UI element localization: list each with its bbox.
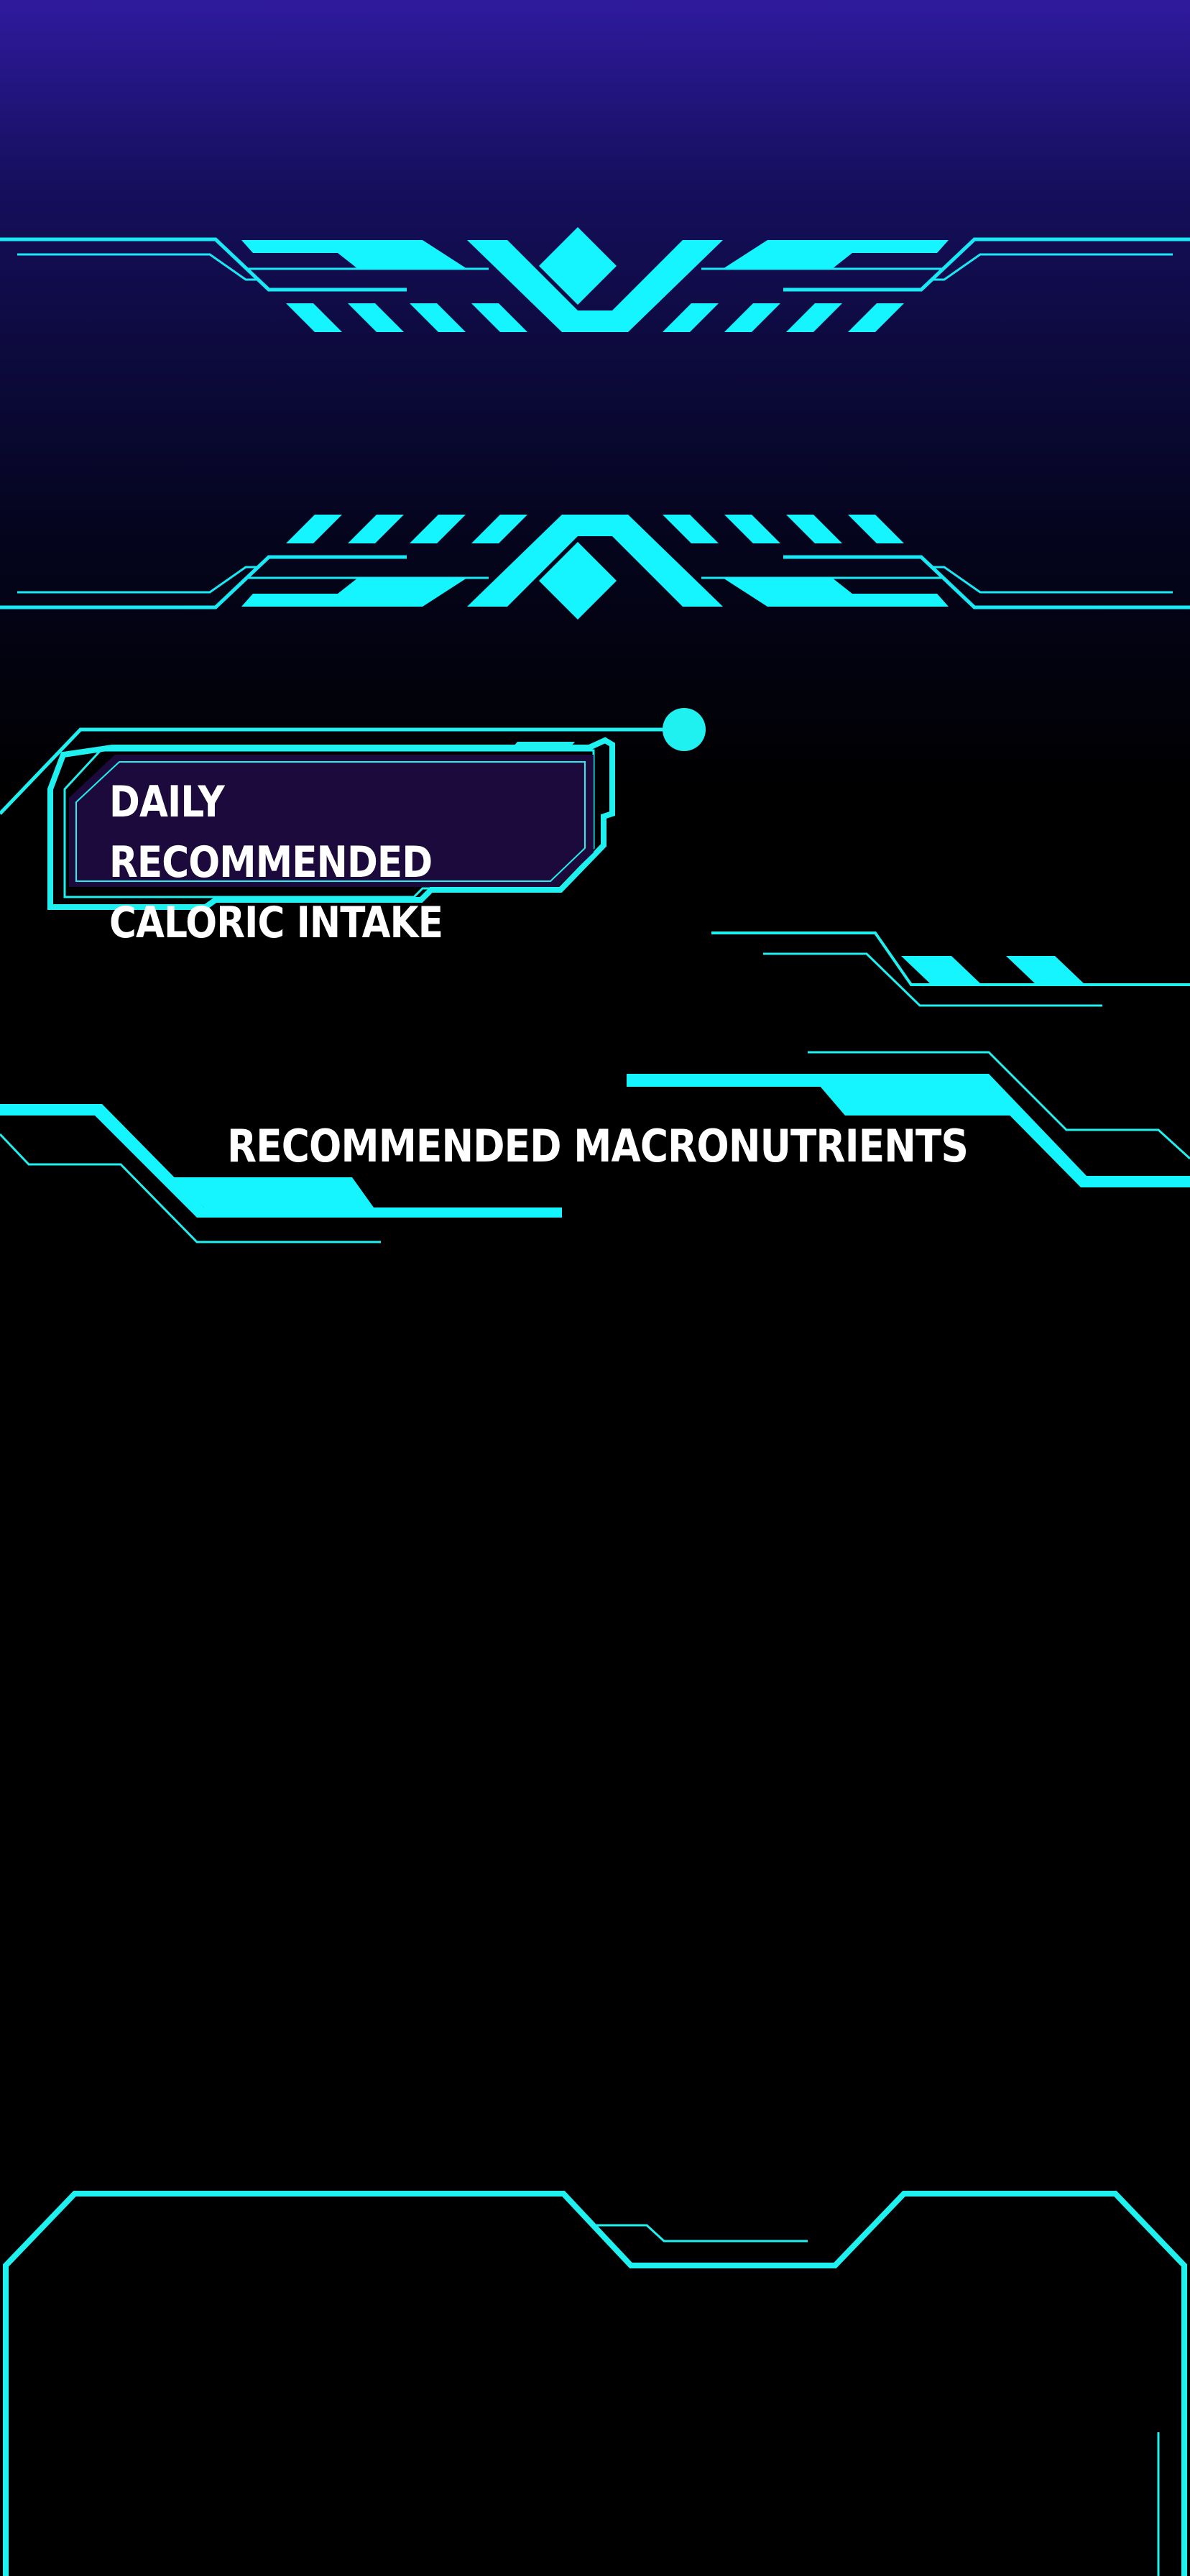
- second-emblem-right-bar: [723, 578, 949, 607]
- top-emblem: [0, 227, 1190, 332]
- second-emblem-right-stripes: [663, 515, 904, 543]
- bottom-panel-notch-line: [595, 2224, 808, 2242]
- caloric-frame-end-dot: [663, 708, 706, 751]
- caloric-frame-accent-bar: [510, 742, 575, 750]
- macro-frame-left-block: [172, 1177, 374, 1208]
- second-emblem-left-bar: [241, 578, 467, 607]
- top-emblem-right-bar: [723, 240, 949, 269]
- caloric-intake-title: DAILY RECOMMENDED CALORIC INTAKE: [109, 777, 443, 948]
- top-emblem-right-line-inner: [931, 253, 1173, 281]
- bottom-panel-frame: [3, 2191, 1187, 2576]
- top-emblem-right-stripes: [663, 303, 904, 332]
- second-emblem-left-stripes: [286, 515, 527, 543]
- macronutrients-title: RECOMMENDED MACRONUTRIENTS: [227, 1120, 969, 1172]
- circuit-block-2: [1006, 956, 1085, 985]
- decoration-layer: [0, 227, 1190, 2576]
- second-emblem: [0, 515, 1190, 620]
- second-emblem-left-line-inner: [17, 566, 259, 594]
- infographic-screen: DAILY RECOMMENDED CALORIC INTAKE RECOMME…: [0, 0, 1190, 2576]
- second-emblem-right-line-inner: [931, 566, 1173, 594]
- circuit-lines-right: [711, 932, 1190, 1007]
- top-emblem-left-stripes: [286, 303, 527, 332]
- circuit-block-1: [901, 956, 982, 985]
- macro-frame-right-block: [819, 1085, 1013, 1116]
- bottom-panel-outer-border: [3, 2191, 1187, 2576]
- top-emblem-left-bar: [241, 240, 467, 269]
- top-emblem-left-line-inner: [17, 253, 259, 281]
